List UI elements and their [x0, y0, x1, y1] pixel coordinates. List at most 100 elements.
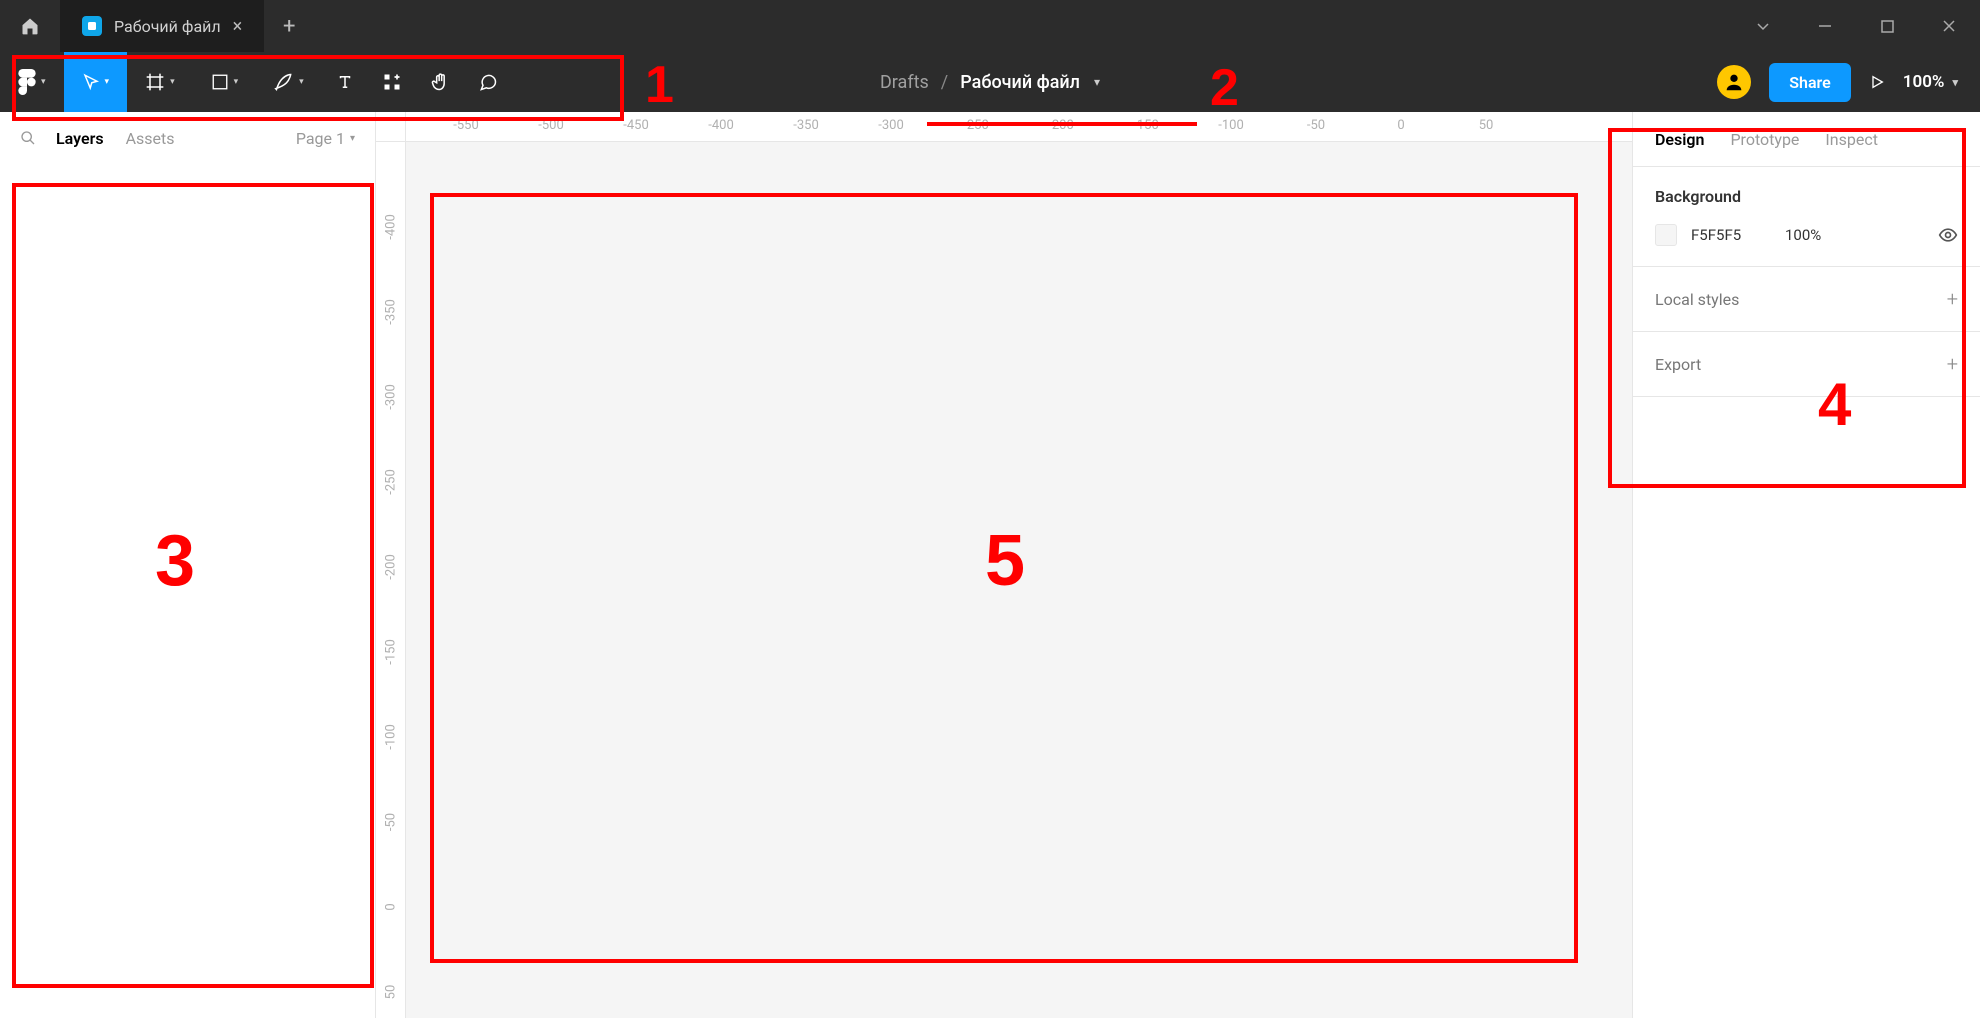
- cursor-icon: [82, 73, 100, 91]
- ruler-tick: -150: [1133, 118, 1159, 133]
- user-avatar[interactable]: [1717, 65, 1751, 99]
- text-tool-button[interactable]: [322, 52, 368, 112]
- ruler-tick: -50: [383, 813, 398, 831]
- present-button[interactable]: [1869, 74, 1885, 90]
- pen-tool-button[interactable]: ▾: [256, 52, 322, 112]
- resources-button[interactable]: [368, 52, 416, 112]
- share-button[interactable]: Share: [1769, 63, 1851, 102]
- search-icon: [20, 130, 36, 146]
- titlebar: Рабочий файл × +: [0, 0, 1980, 52]
- prototype-tab[interactable]: Prototype: [1730, 130, 1799, 149]
- figma-menu-button[interactable]: ▾: [0, 52, 64, 112]
- assets-tab[interactable]: Assets: [126, 129, 175, 148]
- move-tool-button[interactable]: ▾: [64, 52, 128, 112]
- ruler-tick: -150: [383, 639, 398, 665]
- pen-icon: [274, 72, 294, 92]
- ruler-tick: -400: [708, 118, 734, 133]
- background-section: Background F5F5F5 100%: [1633, 167, 1980, 267]
- home-button[interactable]: [0, 0, 60, 52]
- frame-icon: [145, 72, 165, 92]
- window-minimize[interactable]: [1794, 0, 1856, 52]
- page-selector-label: Page 1: [296, 129, 345, 148]
- ruler-tick: -300: [383, 384, 398, 410]
- ruler-tick: 0: [383, 903, 398, 910]
- ruler-tick: -250: [963, 118, 989, 133]
- comment-tool-button[interactable]: [464, 52, 512, 112]
- comment-icon: [478, 72, 498, 92]
- chevron-down-icon: ▾: [299, 77, 304, 87]
- local-styles-title: Local styles: [1655, 290, 1739, 309]
- breadcrumb: Drafts / Рабочий файл ▾: [880, 72, 1100, 93]
- ruler-tick: -500: [538, 118, 564, 133]
- left-panel-header: Layers Assets Page 1 ▾: [0, 112, 375, 164]
- zoom-value: 100%: [1903, 72, 1945, 92]
- ruler-corner: [376, 112, 406, 142]
- chevron-down-icon: ▾: [170, 77, 175, 87]
- tab-title: Рабочий файл: [114, 17, 221, 36]
- right-panel-tabs: Design Prototype Inspect: [1633, 112, 1980, 167]
- window-close[interactable]: [1918, 0, 1980, 52]
- background-row: F5F5F5 100%: [1655, 224, 1958, 246]
- ruler-tick: 50: [383, 985, 398, 1000]
- new-tab-button[interactable]: +: [264, 14, 314, 39]
- breadcrumb-root[interactable]: Drafts: [880, 72, 929, 93]
- window-maximize[interactable]: [1856, 0, 1918, 52]
- ruler-tick: -400: [383, 214, 398, 240]
- breadcrumb-separator: /: [941, 72, 948, 93]
- ruler-horizontal: -550 -500 -450 -400 -350 -300 -250 -200 …: [406, 112, 1632, 142]
- ruler-tick: -200: [383, 554, 398, 580]
- home-icon: [20, 16, 40, 36]
- chevron-down-icon[interactable]: ▾: [1094, 75, 1100, 89]
- layers-tab[interactable]: Layers: [56, 129, 104, 148]
- background-hex[interactable]: F5F5F5: [1691, 226, 1771, 244]
- hand-icon: [430, 72, 450, 92]
- ruler-tick: -300: [878, 118, 904, 133]
- ruler-tick: -450: [623, 118, 649, 133]
- chevron-down-icon: ▾: [234, 77, 239, 87]
- ruler-tick: -350: [383, 299, 398, 325]
- search-button[interactable]: [20, 130, 36, 146]
- user-icon: [1723, 71, 1745, 93]
- toolbar-right: Share 100% ▾: [1717, 52, 1980, 112]
- chevron-down-icon: ▾: [350, 133, 355, 144]
- rectangle-icon: [211, 73, 229, 91]
- ruler-tick: 0: [1397, 118, 1404, 133]
- file-tab[interactable]: Рабочий файл ×: [60, 0, 264, 52]
- tool-group-left: ▾ ▾ ▾ ▾ ▾: [0, 52, 512, 112]
- ruler-vertical: -400 -350 -300 -250 -200 -150 -100 -50 0…: [376, 142, 406, 1018]
- background-swatch[interactable]: [1655, 224, 1677, 246]
- background-title: Background: [1655, 187, 1958, 206]
- add-style-button[interactable]: +: [1947, 287, 1958, 311]
- text-icon: [336, 73, 354, 91]
- main-area: Layers Assets Page 1 ▾ -550 -500 -450 -4…: [0, 112, 1980, 1018]
- ruler-tick: -350: [793, 118, 819, 133]
- frame-tool-button[interactable]: ▾: [127, 52, 193, 112]
- hand-tool-button[interactable]: [416, 52, 464, 112]
- ruler-tick: -200: [1048, 118, 1074, 133]
- chevron-down-icon: ▾: [1952, 76, 1958, 89]
- ruler-tick: -50: [1307, 118, 1325, 133]
- ruler-tick: -250: [383, 469, 398, 495]
- ruler-tick: -100: [383, 724, 398, 750]
- play-icon: [1869, 74, 1885, 90]
- breadcrumb-file[interactable]: Рабочий файл: [960, 72, 1080, 93]
- canvas[interactable]: -550 -500 -450 -400 -350 -300 -250 -200 …: [376, 112, 1632, 1018]
- window-dropdown[interactable]: [1732, 0, 1794, 52]
- ruler-tick: -100: [1218, 118, 1244, 133]
- shape-tool-button[interactable]: ▾: [193, 52, 257, 112]
- export-title: Export: [1655, 355, 1701, 374]
- ruler-tick: 50: [1479, 118, 1494, 133]
- ruler-tick: -550: [453, 118, 479, 133]
- background-opacity[interactable]: 100%: [1785, 226, 1924, 244]
- local-styles-section: Local styles +: [1633, 267, 1980, 332]
- left-panel: Layers Assets Page 1 ▾: [0, 112, 376, 1018]
- visibility-toggle[interactable]: [1938, 225, 1958, 245]
- inspect-tab[interactable]: Inspect: [1825, 130, 1878, 149]
- close-tab-button[interactable]: ×: [233, 16, 243, 37]
- add-export-button[interactable]: +: [1947, 352, 1958, 376]
- resources-icon: [382, 72, 402, 92]
- page-selector[interactable]: Page 1 ▾: [296, 129, 355, 148]
- design-tab[interactable]: Design: [1655, 130, 1704, 149]
- toolbar: ▾ ▾ ▾ ▾ ▾ Drafts /: [0, 52, 1980, 112]
- zoom-control[interactable]: 100% ▾: [1903, 72, 1958, 92]
